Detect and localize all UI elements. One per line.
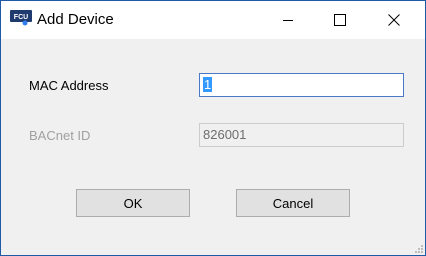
- close-icon: [388, 14, 400, 26]
- maximize-icon: [334, 14, 346, 26]
- minimize-icon: [283, 20, 293, 21]
- mac-address-value: 1: [203, 77, 213, 92]
- ok-button[interactable]: OK: [76, 189, 190, 217]
- window-title: Add Device: [37, 11, 114, 28]
- title-bar[interactable]: FCU Add Device: [1, 1, 425, 39]
- cancel-button[interactable]: Cancel: [236, 189, 350, 217]
- add-device-dialog: FCU Add Device MAC Address 1 BACnet ID 8…: [0, 0, 426, 256]
- close-button[interactable]: [371, 1, 417, 39]
- fcu-app-icon: FCU: [10, 10, 32, 26]
- resize-grip-icon[interactable]: [413, 243, 423, 253]
- maximize-button[interactable]: [317, 1, 363, 39]
- minimize-button[interactable]: [265, 1, 311, 39]
- bacnet-id-input: 826001: [199, 123, 404, 147]
- bacnet-id-label: BACnet ID: [29, 128, 91, 143]
- app-icon-text: FCU: [14, 14, 28, 21]
- mac-address-input[interactable]: 1: [199, 73, 404, 97]
- mac-address-label: MAC Address: [29, 78, 109, 93]
